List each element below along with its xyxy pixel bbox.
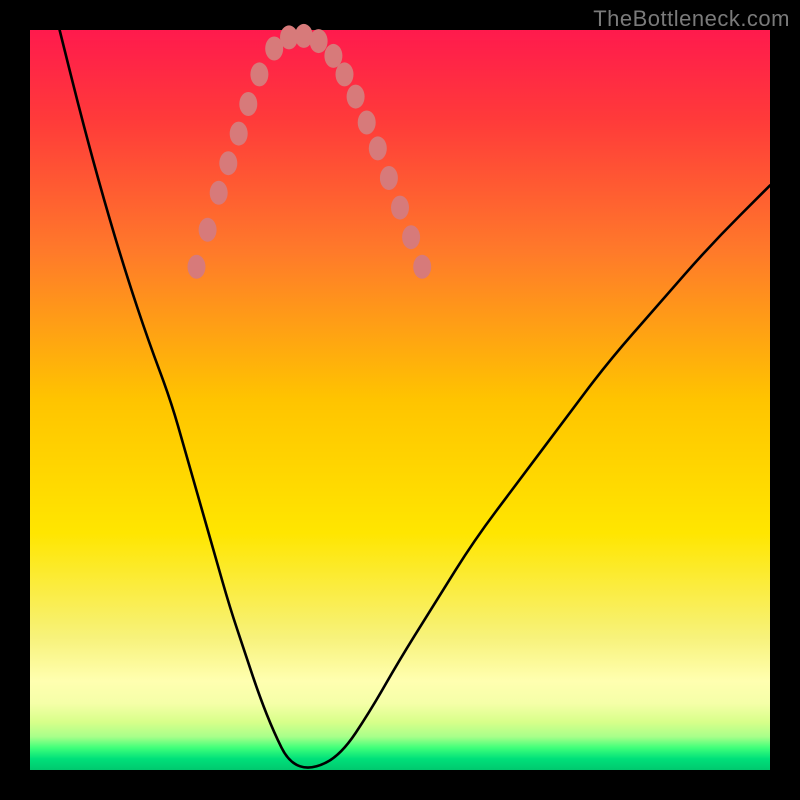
highlight-dot xyxy=(413,255,431,279)
plot-area xyxy=(30,30,770,770)
highlight-dot xyxy=(210,181,228,205)
curve-svg xyxy=(30,30,770,770)
highlight-dot xyxy=(391,196,409,220)
chart-frame: TheBottleneck.com xyxy=(0,0,800,800)
bottleneck-curve xyxy=(60,30,770,768)
highlight-dots xyxy=(188,24,432,279)
highlight-dot xyxy=(369,136,387,160)
highlight-dot xyxy=(310,29,328,53)
watermark-text: TheBottleneck.com xyxy=(593,6,790,32)
highlight-dot xyxy=(358,111,376,135)
highlight-dot xyxy=(402,225,420,249)
highlight-dot xyxy=(188,255,206,279)
highlight-dot xyxy=(380,166,398,190)
highlight-dot xyxy=(199,218,217,242)
highlight-dot xyxy=(250,62,268,86)
highlight-dot xyxy=(219,151,237,175)
highlight-dot xyxy=(239,92,257,116)
highlight-dot xyxy=(347,85,365,109)
highlight-dot xyxy=(230,122,248,146)
highlight-dot xyxy=(336,62,354,86)
